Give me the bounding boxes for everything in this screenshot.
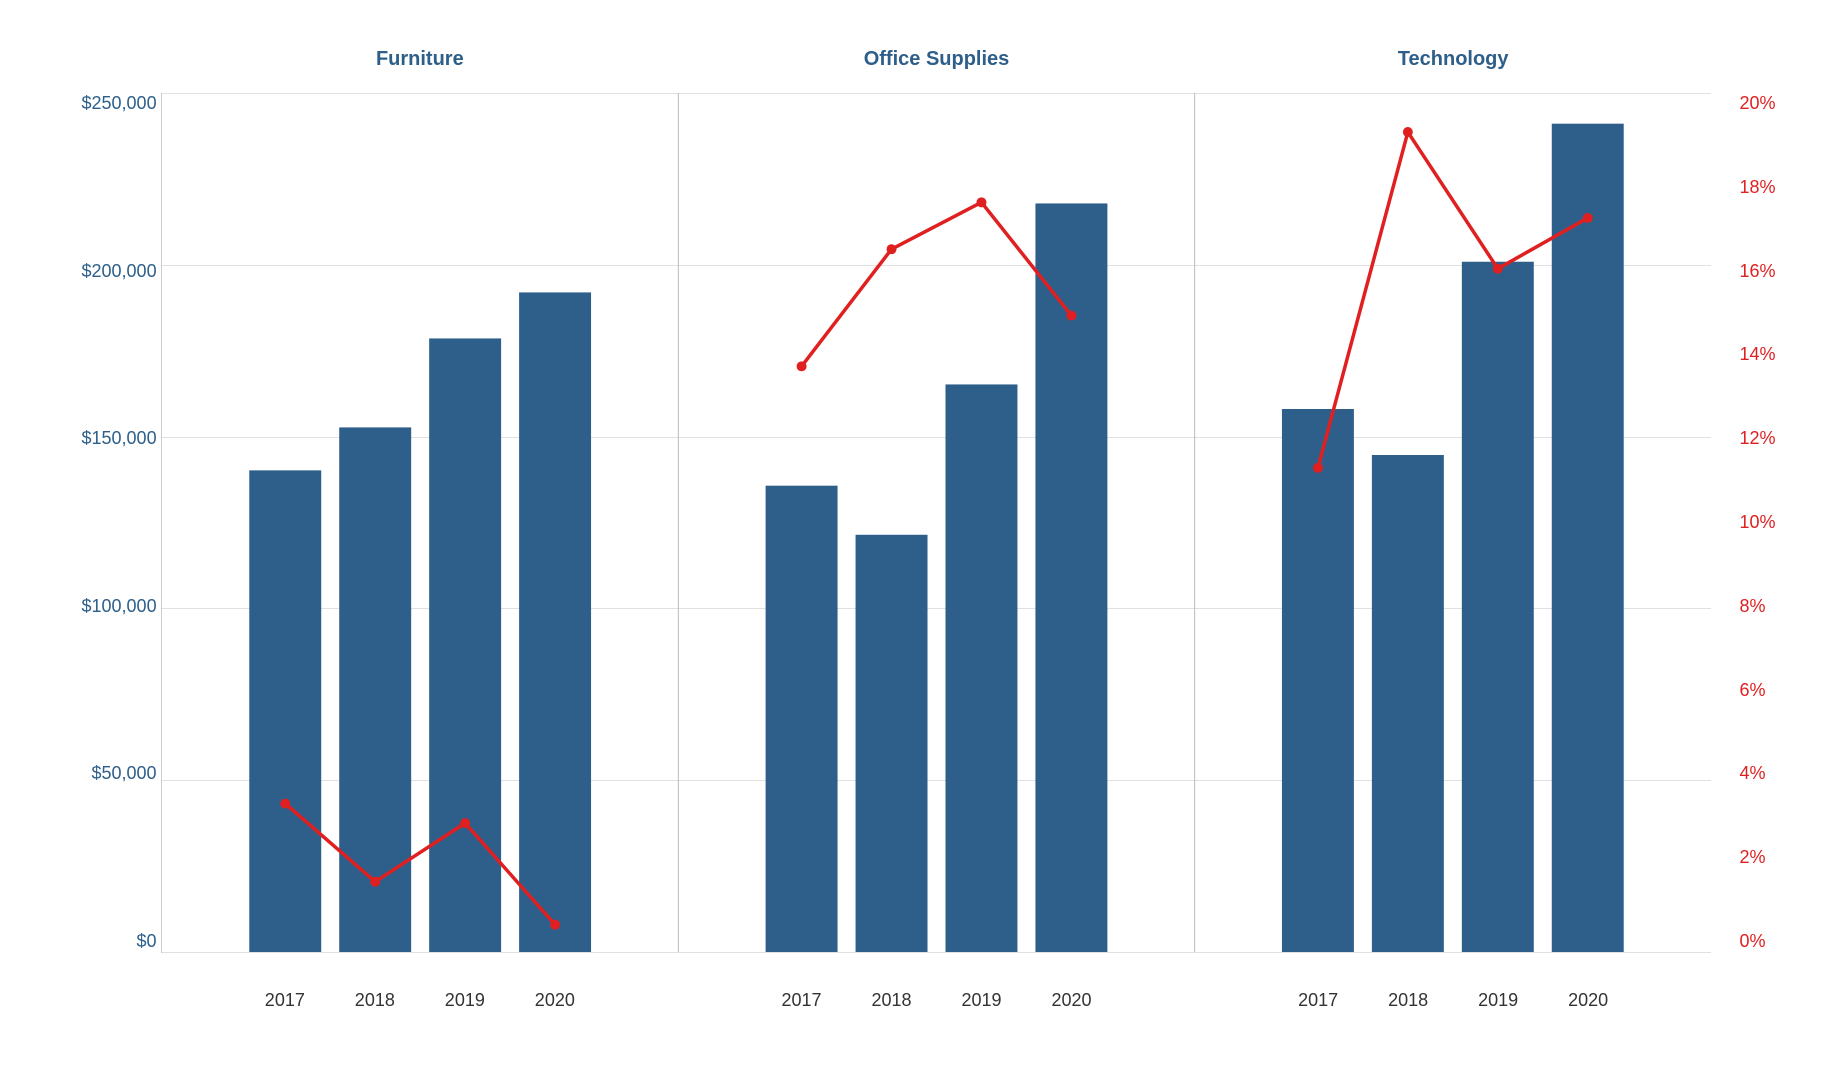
y-right-tick-0: 0%: [1739, 931, 1765, 952]
y-right-tick-4: 8%: [1739, 596, 1765, 617]
profit-dot-4: [796, 361, 806, 371]
y-left-tick-3: $150,000: [82, 428, 157, 449]
profit-dot-3: [550, 920, 560, 930]
profit-dot-8: [1312, 463, 1322, 473]
y-left-tick-2: $100,000: [82, 596, 157, 617]
y-right-tick-5: 10%: [1739, 512, 1775, 533]
section-label-technology: Technology: [1398, 48, 1509, 71]
y-left-tick-4: $200,000: [82, 261, 157, 282]
section-label-furniture: Furniture: [376, 48, 464, 71]
x-label-Furniture-2017: 2017: [265, 990, 305, 1011]
x-label-Technology-2017: 2017: [1298, 990, 1338, 1011]
x-label-Office Supplies-2018: 2018: [871, 990, 911, 1011]
profit-dot-1: [370, 877, 380, 887]
x-label-Technology-2020: 2020: [1568, 990, 1608, 1011]
bar-Office Supplies-2017: [765, 486, 837, 952]
x-label-Technology-2019: 2019: [1478, 990, 1518, 1011]
bar-Office Supplies-2018: [855, 535, 927, 952]
y-right-tick-3: 6%: [1739, 680, 1765, 701]
x-label-Furniture-2018: 2018: [355, 990, 395, 1011]
bar-Technology-2020: [1551, 124, 1623, 952]
profit-line-segment-5: [891, 202, 981, 249]
profit-dot-9: [1402, 127, 1412, 137]
x-label-Office Supplies-2017: 2017: [781, 990, 821, 1011]
bar-Furniture-2020: [519, 292, 591, 952]
x-label-Furniture-2019: 2019: [445, 990, 485, 1011]
y-right-tick-1: 2%: [1739, 847, 1765, 868]
chart-area: $250,000 $200,000 $150,000 $100,000 $50,…: [161, 93, 1711, 953]
profit-line-segment-8: [1317, 132, 1407, 468]
profit-dot-6: [976, 197, 986, 207]
bar-Office Supplies-2019: [945, 384, 1017, 952]
y-right-tick-8: 16%: [1739, 261, 1775, 282]
bar-Technology-2018: [1371, 455, 1443, 952]
profit-dot-7: [1066, 311, 1076, 321]
profit-dot-0: [280, 799, 290, 809]
y-right-tick-10: 20%: [1739, 93, 1775, 114]
bar-Furniture-2018: [339, 427, 411, 952]
chart-container: $250,000 $200,000 $150,000 $100,000 $50,…: [71, 53, 1771, 1033]
bar-Technology-2019: [1461, 262, 1533, 952]
bar-Furniture-2019: [429, 338, 501, 952]
y-right-tick-2: 4%: [1739, 763, 1765, 784]
x-label-Furniture-2020: 2020: [535, 990, 575, 1011]
chart-svg: [162, 93, 1711, 952]
profit-dot-11: [1582, 213, 1592, 223]
profit-line-segment-9: [1407, 132, 1497, 269]
y-right-tick-9: 18%: [1739, 177, 1775, 198]
y-axis-right: 20% 18% 16% 14% 12% 10% 8% 6% 4% 2% 0%: [1739, 93, 1775, 952]
y-left-tick-0: $0: [137, 931, 157, 952]
bar-Technology-2017: [1281, 409, 1353, 952]
x-label-Office Supplies-2020: 2020: [1051, 990, 1091, 1011]
x-label-Office Supplies-2019: 2019: [961, 990, 1001, 1011]
profit-dot-10: [1492, 264, 1502, 274]
x-label-Technology-2018: 2018: [1388, 990, 1428, 1011]
y-left-tick-5: $250,000: [82, 93, 157, 114]
y-axis-left: $250,000 $200,000 $150,000 $100,000 $50,…: [82, 93, 157, 952]
section-label-office-supplies: Office Supplies: [864, 48, 1010, 71]
profit-line-segment-4: [801, 249, 891, 366]
y-left-tick-1: $50,000: [92, 763, 157, 784]
y-right-tick-6: 12%: [1739, 428, 1775, 449]
profit-dot-5: [886, 244, 896, 254]
profit-dot-2: [460, 818, 470, 828]
y-right-tick-7: 14%: [1739, 344, 1775, 365]
bar-Furniture-2017: [249, 470, 321, 952]
